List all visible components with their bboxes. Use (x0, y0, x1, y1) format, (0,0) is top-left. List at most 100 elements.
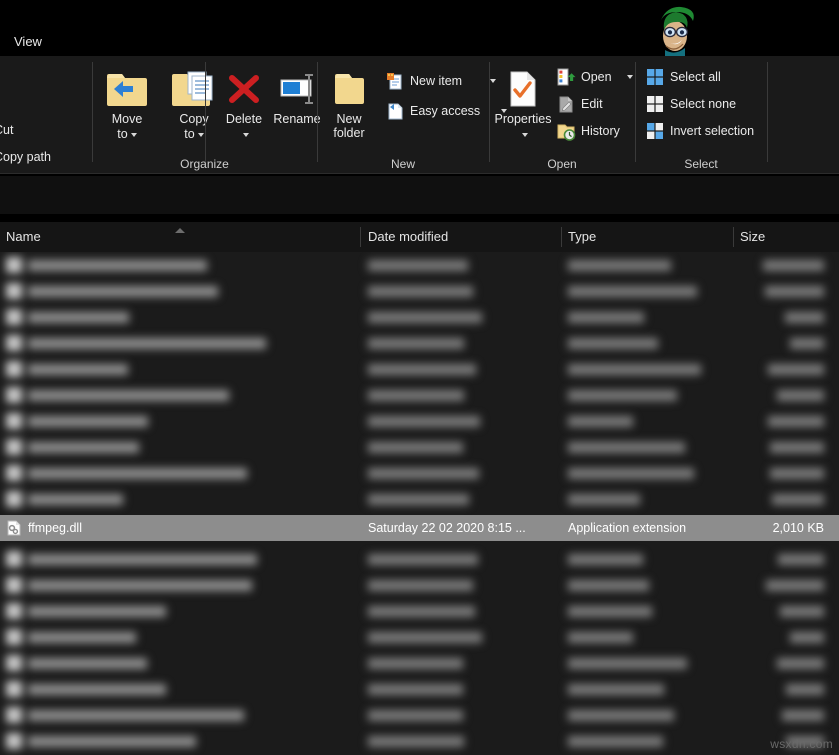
table-row[interactable] (0, 598, 839, 624)
address-bar: › AppData › Local › Microsoft › Teams › … (0, 176, 839, 389)
file-size (782, 710, 824, 721)
file-name (28, 710, 244, 721)
file-list[interactable]: ffmpeg.dll Saturday 22 02 2020 8:15 ... … (0, 252, 839, 755)
chevron-down-icon[interactable] (627, 75, 633, 79)
file-icon (6, 335, 22, 351)
copy-path-command[interactable]: Copy path (0, 150, 51, 164)
file-name (28, 286, 218, 297)
chevron-down-icon[interactable] (130, 132, 137, 137)
select-none-label: Select none (670, 97, 737, 111)
file-size (785, 312, 824, 323)
column-header-size[interactable]: Size (740, 222, 765, 252)
select-all-label: Select all (670, 70, 721, 84)
dll-file-icon (6, 520, 22, 536)
file-icon (6, 655, 22, 671)
select-all-icon (645, 67, 665, 87)
tab-view[interactable]: View (8, 28, 48, 56)
new-folder-button[interactable]: New folder (317, 66, 381, 140)
file-type (568, 606, 652, 617)
edit-label: Edit (581, 97, 603, 111)
chevron-down-icon[interactable] (242, 132, 249, 137)
table-row[interactable] (0, 650, 839, 676)
invert-selection-icon (645, 121, 665, 141)
file-icon (6, 551, 22, 567)
chevron-down-icon[interactable] (521, 132, 528, 137)
properties-button[interactable]: Properties (487, 66, 559, 141)
file-date-modified (368, 442, 463, 453)
select-none-icon (645, 94, 665, 114)
new-folder-icon (317, 66, 381, 112)
file-size (786, 684, 824, 695)
table-row[interactable] (0, 624, 839, 650)
new-item-icon (385, 71, 405, 91)
file-size (790, 338, 824, 349)
move-to-label-line2: to (117, 127, 128, 141)
column-divider[interactable] (360, 227, 361, 247)
move-to-label-line1: Move (111, 112, 143, 126)
file-explorer-window: View Cut Copy path Paste shortcut Move t… (0, 0, 839, 755)
file-date-modified (368, 632, 482, 643)
sort-ascending-icon (175, 228, 185, 233)
file-size (770, 442, 824, 453)
file-icon (6, 681, 22, 697)
file-date-modified (368, 710, 463, 721)
table-row[interactable] (0, 304, 839, 330)
move-to-folder-icon (95, 66, 159, 112)
file-name (28, 416, 148, 427)
file-icon (6, 603, 22, 619)
file-date-modified (368, 684, 463, 695)
file-size (766, 580, 824, 591)
file-size (765, 286, 824, 297)
file-name (28, 580, 252, 591)
table-row[interactable] (0, 486, 839, 512)
table-row[interactable] (0, 434, 839, 460)
new-folder-label-line1: New (336, 112, 362, 126)
file-icon (6, 491, 22, 507)
column-divider[interactable] (561, 227, 562, 247)
table-row[interactable] (0, 252, 839, 278)
file-size (763, 260, 824, 271)
watermark: wsxdn.com (770, 737, 833, 751)
file-date-modified (368, 494, 469, 505)
move-to-button[interactable]: Move to (95, 66, 159, 141)
table-row[interactable] (0, 546, 839, 572)
file-date-modified: Saturday 22 02 2020 8:15 ... (368, 521, 526, 535)
file-name (28, 442, 139, 453)
easy-access-label: Easy access (410, 104, 481, 118)
file-type (568, 442, 685, 453)
group-divider (767, 62, 768, 162)
table-row-selected[interactable]: ffmpeg.dll Saturday 22 02 2020 8:15 ... … (0, 515, 839, 541)
file-type (568, 338, 658, 349)
cut-command[interactable]: Cut (0, 123, 13, 137)
table-row[interactable] (0, 330, 839, 356)
file-icon (6, 309, 22, 325)
file-size (772, 494, 824, 505)
column-header-name[interactable]: Name (6, 222, 41, 252)
table-row[interactable] (0, 728, 839, 754)
table-row[interactable] (0, 278, 839, 304)
file-date-modified (368, 554, 478, 565)
history-label: History (581, 124, 620, 138)
chevron-down-icon[interactable] (197, 132, 204, 137)
table-row[interactable] (0, 460, 839, 486)
file-date-modified (368, 312, 482, 323)
file-type (568, 736, 663, 747)
file-name (28, 554, 257, 565)
file-type (568, 710, 674, 721)
file-name (28, 260, 207, 271)
group-label-new: New (390, 157, 415, 171)
table-row[interactable] (0, 676, 839, 702)
file-type (568, 494, 640, 505)
file-name (28, 736, 196, 747)
table-row[interactable] (0, 408, 839, 434)
table-row[interactable] (0, 702, 839, 728)
table-row[interactable] (0, 382, 839, 408)
column-header-type[interactable]: Type (568, 222, 596, 252)
table-row[interactable] (0, 572, 839, 598)
file-type (568, 260, 671, 271)
file-name: ffmpeg.dll (28, 521, 82, 535)
open-label: Open (581, 70, 612, 84)
column-divider[interactable] (733, 227, 734, 247)
column-header-date-modified[interactable]: Date modified (368, 222, 448, 252)
table-row[interactable] (0, 356, 839, 382)
